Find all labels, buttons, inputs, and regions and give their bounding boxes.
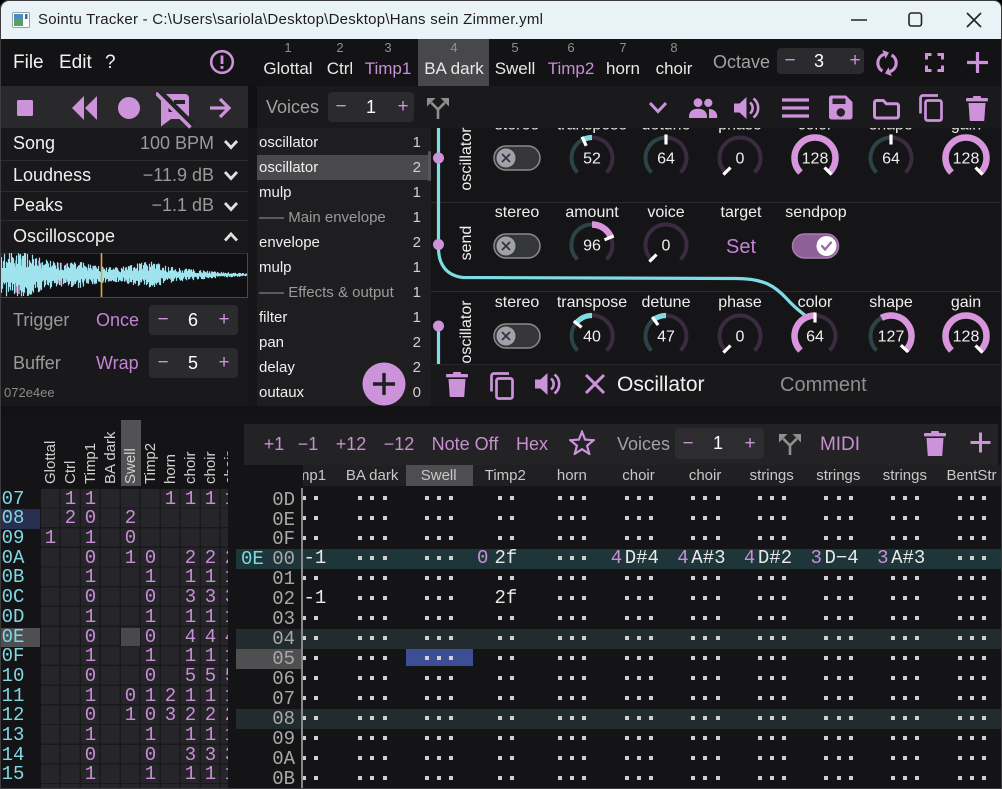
svg-text:gain: gain <box>951 128 981 134</box>
svg-text:64: 64 <box>657 151 675 168</box>
svg-text:0: 0 <box>736 329 745 346</box>
svg-text:phase: phase <box>718 128 762 134</box>
svg-text:stereo: stereo <box>495 128 540 134</box>
svg-text:52: 52 <box>583 151 601 168</box>
svg-text:128: 128 <box>802 151 829 168</box>
svg-text:shape: shape <box>869 128 913 134</box>
svg-text:40: 40 <box>583 329 601 346</box>
svg-text:128: 128 <box>953 329 980 346</box>
svg-text:64: 64 <box>806 329 824 346</box>
svg-text:0: 0 <box>736 151 745 168</box>
svg-text:127: 127 <box>878 329 905 346</box>
svg-text:96: 96 <box>583 238 601 255</box>
svg-text:64: 64 <box>882 151 900 168</box>
svg-text:color: color <box>798 128 833 134</box>
svg-text:47: 47 <box>657 329 675 346</box>
svg-text:transpose: transpose <box>557 128 627 134</box>
svg-text:detune: detune <box>642 128 691 134</box>
svg-text:0: 0 <box>662 238 671 255</box>
svg-text:128: 128 <box>953 151 980 168</box>
